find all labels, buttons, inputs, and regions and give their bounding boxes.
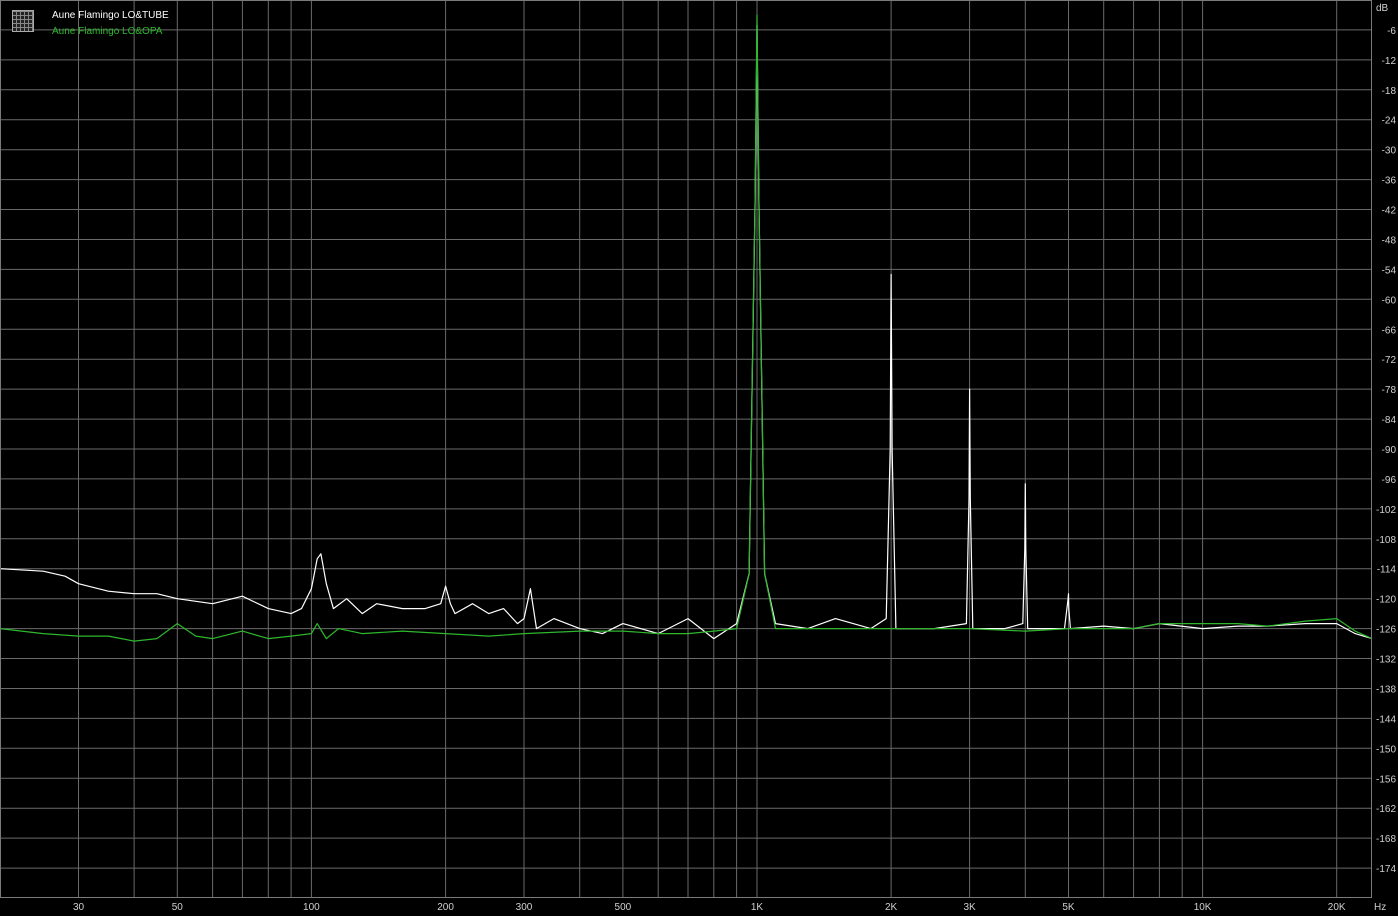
x-tick-label: 3K: [963, 902, 976, 913]
y-tick-label: -120: [1376, 595, 1396, 606]
y-tick-label: -108: [1376, 535, 1396, 546]
y-tick-label: -18: [1382, 86, 1397, 97]
y-tick-label: -6: [1387, 26, 1396, 37]
y-tick-label: -30: [1382, 146, 1397, 157]
y-tick-label: -66: [1382, 325, 1397, 336]
legend-grid-icon: [12, 10, 34, 32]
y-tick-label: -42: [1382, 206, 1397, 217]
y-tick-label: -90: [1382, 445, 1397, 456]
y-tick-label: -54: [1382, 265, 1397, 276]
y-tick-label: -132: [1376, 655, 1396, 666]
y-tick-label: -138: [1376, 685, 1396, 696]
y-tick-label: -84: [1382, 415, 1397, 426]
y-tick-label: -48: [1382, 236, 1397, 247]
y-tick-label: -60: [1382, 295, 1397, 306]
fft-spectrum-chart: -6 -12 -18 -24 -30 -36 -42 -48 -54 -60 -66 -72 -78 -8…: [0, 0, 1396, 913]
y-tick-label: -126: [1376, 625, 1396, 636]
legend-entry-tube: Aune Flamingo LO&TUBE: [52, 10, 169, 21]
x-tick-label: 200: [437, 902, 454, 913]
y-tick-label: -12: [1382, 56, 1397, 67]
y-axis-tick-labels: -6 -12 -18 -24 -30 -36 -42 -48 -54 -60 -66 -72 -78 -8…: [1376, 26, 1396, 875]
x-tick-label: 2K: [885, 902, 898, 913]
x-tick-label: 20K: [1328, 902, 1346, 913]
x-tick-label: 300: [516, 902, 533, 913]
y-tick-label: -156: [1376, 774, 1396, 785]
x-axis-unit-label: Hz: [1374, 902, 1386, 913]
legend-entry-opa: Aune Flamingo LO&OPA: [52, 26, 163, 37]
y-axis-unit-label: dB: [1376, 3, 1389, 14]
x-tick-label: 30: [73, 902, 85, 913]
y-tick-label: -114: [1377, 565, 1397, 576]
x-axis-tick-labels: 30 50 100 200 300 500 1K 2K 3K 5K 10K 20K: [73, 902, 1346, 913]
y-tick-label: -24: [1382, 116, 1397, 127]
y-tick-label: -72: [1382, 355, 1397, 366]
y-tick-label: -96: [1382, 475, 1397, 486]
y-tick-label: -144: [1376, 714, 1396, 725]
y-tick-label: -36: [1382, 176, 1397, 187]
x-tick-label: 5K: [1062, 902, 1075, 913]
y-tick-label: -174: [1376, 864, 1396, 875]
x-tick-label: 1K: [751, 902, 764, 913]
y-tick-label: -168: [1376, 834, 1396, 845]
x-tick-label: 100: [303, 902, 320, 913]
x-tick-label: 50: [172, 902, 184, 913]
y-tick-label: -162: [1376, 804, 1396, 815]
y-tick-label: -150: [1376, 744, 1396, 755]
y-tick-label: -78: [1382, 385, 1397, 396]
y-tick-label: -102: [1376, 505, 1396, 516]
x-tick-label: 10K: [1194, 902, 1212, 913]
x-tick-label: 500: [615, 902, 632, 913]
